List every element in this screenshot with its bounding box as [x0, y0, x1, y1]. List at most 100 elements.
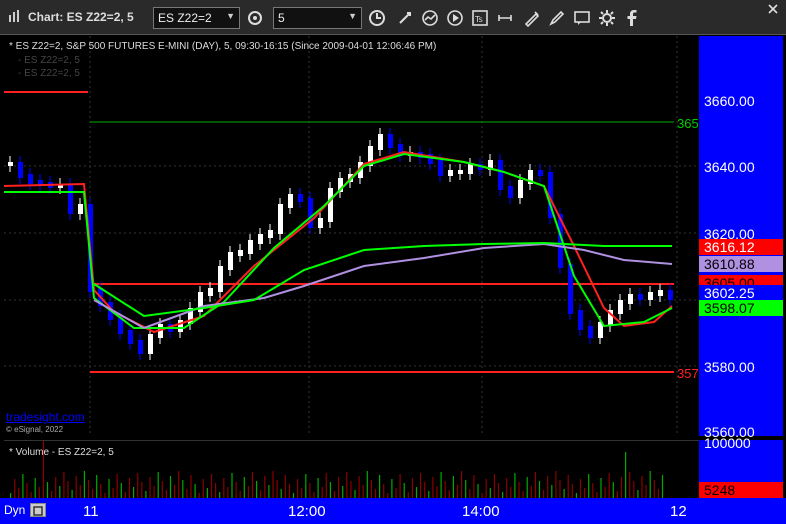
volume-bar — [141, 482, 143, 499]
ghost-label: - ES Z22=2, 5 — [18, 68, 80, 79]
volume-bar — [161, 481, 163, 499]
volume-bar — [272, 471, 274, 499]
price-badge: 3602.25 — [699, 285, 783, 301]
x-label: 12 — [670, 503, 687, 520]
volume-bar — [661, 475, 664, 499]
volume-bar — [477, 484, 479, 499]
candle-body — [68, 184, 73, 214]
candle-body — [388, 134, 393, 148]
volume-bar — [14, 479, 16, 499]
interval-dropdown[interactable]: 5 ▼ — [273, 7, 362, 29]
volume-bar — [538, 481, 541, 499]
symbol-dropdown[interactable]: ES Z22=2 ▼ — [153, 7, 240, 29]
candle-body — [148, 334, 153, 354]
time-frame-icon[interactable]: Ts — [469, 7, 491, 29]
volume-bar — [251, 472, 254, 499]
price-badge: 3598.07 — [699, 300, 783, 316]
close-icon[interactable] — [762, 0, 784, 20]
candle-body — [258, 234, 263, 244]
volume-bar — [297, 479, 299, 499]
volume-bar — [649, 471, 651, 499]
candle-body — [538, 170, 543, 176]
candle-body — [78, 204, 83, 214]
price-badge: 3610.88 — [699, 256, 783, 272]
zoom-icon[interactable] — [494, 7, 516, 29]
volume-axis: 100000 5248 — [699, 435, 783, 498]
volume-bar — [391, 479, 393, 499]
candle-body — [458, 170, 463, 174]
y-tick: 3640.00 — [704, 159, 755, 175]
candle-body — [218, 266, 223, 292]
volume-bar — [276, 480, 278, 499]
volume-bar — [399, 474, 401, 499]
volume-bar — [493, 474, 495, 499]
ma-purple-line — [93, 242, 673, 330]
volume-bar — [231, 473, 233, 499]
volume-bar — [366, 471, 368, 499]
volume-bar — [592, 483, 594, 499]
chat-icon[interactable] — [571, 7, 593, 29]
volume-badge: 5248 — [699, 482, 783, 498]
volume-chart[interactable]: * Volume - ES Z22=2, 5 — [4, 439, 699, 499]
volume-bar — [411, 478, 413, 499]
volume-bar — [22, 474, 24, 499]
settings-icon[interactable] — [596, 7, 618, 29]
volume-bar — [83, 471, 85, 499]
volume-bar — [633, 481, 635, 499]
candle-body — [438, 160, 443, 176]
volume-bar — [588, 474, 590, 499]
play-icon[interactable] — [444, 7, 466, 29]
time-axis[interactable]: Dyn 11 12:00 14:00 12 — [0, 498, 786, 524]
volume-bar — [96, 475, 98, 499]
pen-icon[interactable] — [546, 7, 568, 29]
candle-body — [578, 310, 583, 330]
dyn-label[interactable]: Dyn — [4, 503, 25, 517]
volume-bar — [444, 481, 446, 499]
volume-bar — [190, 475, 192, 499]
clock-button[interactable] — [366, 7, 388, 29]
x-label: 12:00 — [288, 503, 326, 520]
copyright: © eSignal, 2022 — [6, 425, 64, 434]
volume-bar — [338, 477, 340, 499]
volume-bar — [325, 473, 327, 499]
cursor-icon[interactable] — [394, 7, 416, 29]
candle-body — [238, 250, 243, 256]
refresh-button[interactable] — [244, 7, 266, 29]
volume-bar — [403, 483, 405, 499]
price-chart[interactable]: * ES Z22=2, S&P 500 FUTURES E-MINI (DAY)… — [3, 36, 699, 436]
price-axis[interactable]: 3660.00 3640.00 3620.00 3580.00 3560.00 … — [699, 36, 783, 440]
candle-body — [448, 170, 453, 176]
volume-bar — [641, 476, 643, 499]
chart-header: * ES Z22=2, S&P 500 FUTURES E-MINI (DAY)… — [9, 41, 437, 52]
y-tick: 3580.00 — [704, 359, 755, 375]
volume-bar — [169, 476, 172, 499]
volume-label: * Volume - ES Z22=2, 5 — [9, 447, 114, 458]
draw-icon[interactable] — [521, 7, 543, 29]
volume-bar — [506, 478, 508, 499]
volume-bar — [518, 482, 520, 499]
facebook-icon[interactable] — [620, 7, 642, 29]
volume-bar — [551, 485, 553, 499]
y-tick: 3660.00 — [704, 93, 755, 109]
volume-bar — [210, 474, 213, 499]
candle-body — [308, 198, 313, 228]
candle-body — [208, 288, 213, 296]
candle-body — [518, 180, 523, 198]
volume-bar — [559, 480, 561, 499]
candle-body — [288, 194, 293, 208]
candle-body — [318, 218, 323, 228]
chart-window: Chart: ES Z22=2, 5 ES Z22=2 ▼ 5 ▼ Ts * E… — [0, 0, 786, 524]
chart-line-icon[interactable] — [419, 7, 441, 29]
volume-bar — [555, 471, 557, 499]
volume-bar — [264, 476, 266, 499]
volume-bar — [309, 483, 311, 499]
volume-bar — [452, 476, 454, 499]
volume-bar — [79, 485, 81, 499]
volume-bar — [67, 481, 69, 499]
x-label: 11 — [83, 503, 99, 520]
candle-body — [268, 230, 273, 238]
candle-body — [8, 162, 13, 166]
volume-bar — [243, 477, 245, 499]
volume-bar — [194, 484, 196, 499]
toggle-button[interactable] — [30, 503, 46, 517]
